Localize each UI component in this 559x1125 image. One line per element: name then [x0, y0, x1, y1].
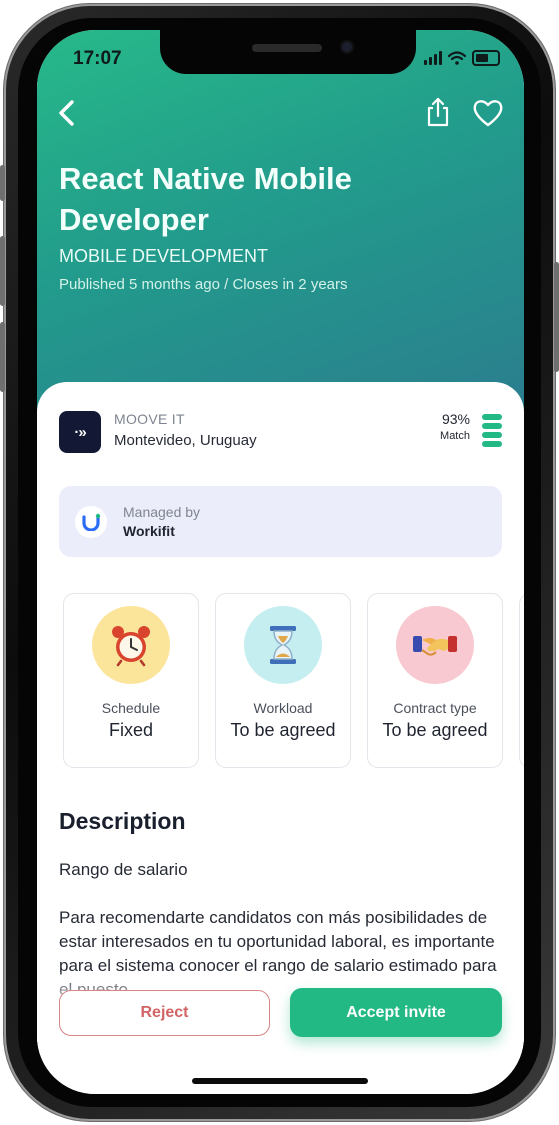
phone-screen: 17:07 React Native Mobile Developer MOBI…	[37, 30, 524, 1094]
company-location: Montevideo, Uruguay	[114, 432, 257, 449]
company-logo[interactable]: ·»	[59, 411, 101, 453]
speaker	[252, 44, 322, 52]
tile-workload: Workload To be agreed	[215, 593, 351, 768]
match-level-icon	[482, 414, 502, 447]
wifi-icon	[448, 51, 466, 65]
tile-label: Workload	[253, 700, 313, 716]
battery-icon	[472, 50, 500, 66]
tile-schedule: Schedule Fixed	[63, 593, 199, 768]
tile-label: Schedule	[101, 700, 161, 716]
job-info-tiles: Schedule Fixed Workload To be agreed Con…	[63, 593, 524, 768]
handshake-icon	[396, 606, 474, 684]
job-category: MOBILE DEVELOPMENT	[59, 246, 269, 266]
signal-icon	[424, 51, 442, 65]
power-button	[554, 262, 559, 372]
managed-by-box: Managed by Workifit	[59, 486, 502, 557]
volume-down-button	[0, 322, 5, 392]
company-name: MOOVE IT	[114, 411, 185, 427]
description-heading: Description	[59, 808, 186, 834]
home-indicator[interactable]	[192, 1078, 368, 1084]
tile-value: To be agreed	[382, 720, 488, 740]
managed-by-value: Workifit	[123, 523, 175, 539]
alarm-clock-icon	[92, 606, 170, 684]
share-icon[interactable]	[424, 96, 452, 128]
match-label: Match	[440, 430, 470, 442]
notch	[160, 30, 416, 74]
description-subheading: Rango de salario	[59, 860, 188, 879]
hourglass-icon	[244, 606, 322, 684]
heart-icon[interactable]	[472, 98, 504, 128]
managed-by-label: Managed by	[123, 504, 201, 520]
status-icons	[424, 50, 500, 66]
status-time: 17:07	[73, 48, 122, 69]
tile-partial	[519, 593, 524, 768]
accept-invite-button[interactable]: Accept invite	[290, 988, 502, 1037]
reject-button[interactable]: Reject	[59, 990, 270, 1036]
tile-value: To be agreed	[230, 720, 336, 740]
job-details-card: ·» MOOVE IT Montevideo, Uruguay 93% Matc…	[37, 382, 524, 1094]
side-button	[0, 165, 5, 201]
tile-contract-type: Contract type To be agreed	[367, 593, 503, 768]
job-published-info: Published 5 months ago / Closes in 2 yea…	[59, 276, 348, 293]
volume-up-button	[0, 236, 5, 306]
job-title: React Native Mobile Developer	[59, 161, 352, 237]
tile-label: Contract type	[393, 700, 477, 716]
match-percent: 93%	[441, 411, 470, 427]
tile-value: Fixed	[108, 720, 153, 740]
chevron-left-icon[interactable]	[55, 98, 79, 128]
camera	[340, 40, 354, 54]
workifit-logo-icon	[75, 506, 107, 538]
